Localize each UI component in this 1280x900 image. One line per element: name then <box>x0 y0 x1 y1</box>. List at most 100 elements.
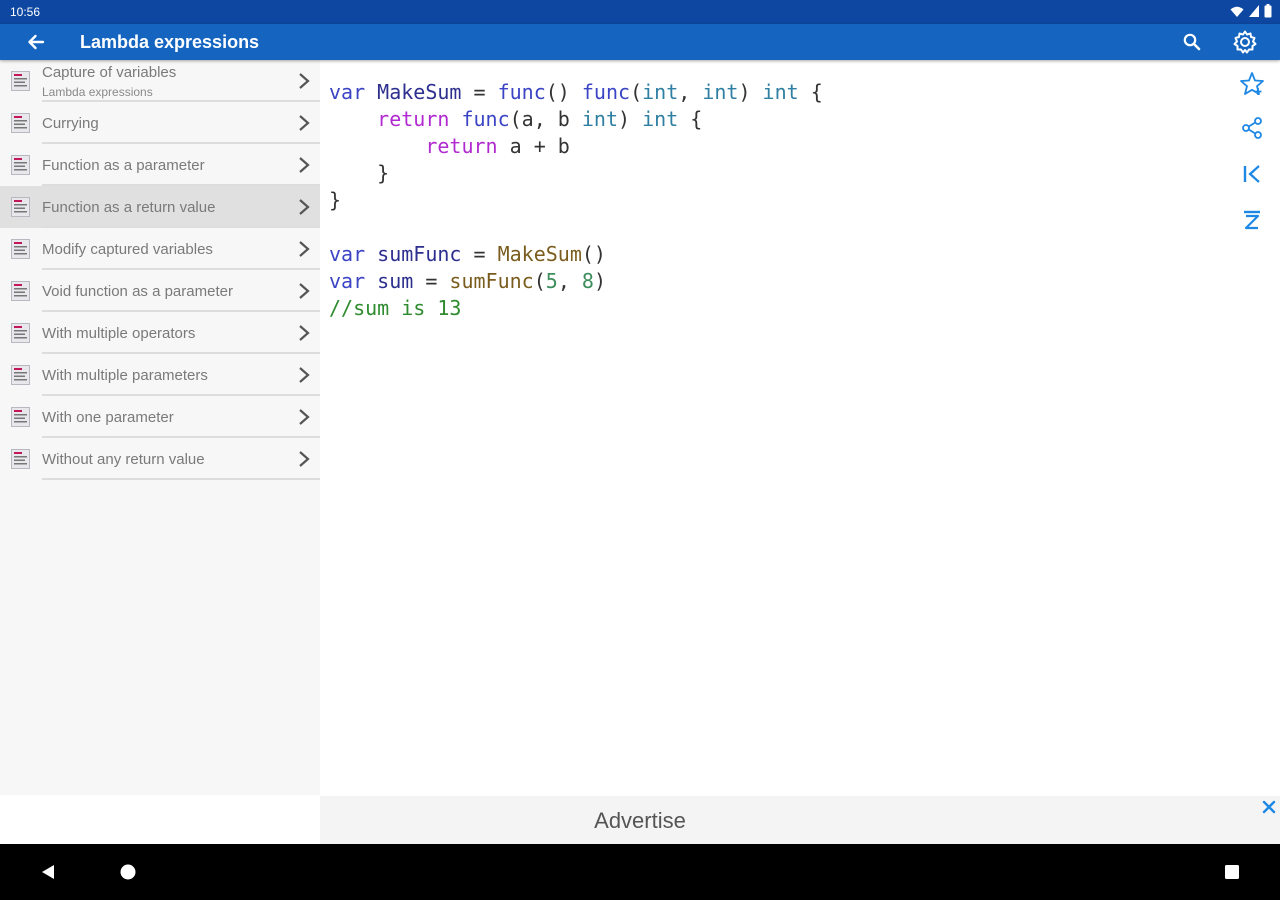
code-token: return <box>377 107 450 131</box>
code-token: () <box>545 80 582 104</box>
code-token: ) <box>738 80 763 104</box>
list-item-label: With multiple operators <box>42 325 196 342</box>
first-page-icon <box>1243 165 1260 183</box>
code-line: return func(a, b int) int { <box>329 106 823 133</box>
code-token: int <box>642 107 679 131</box>
topic-list: Capture of variables Lambda expressions … <box>0 60 320 795</box>
home-circle-icon <box>120 864 136 880</box>
code-token: sumFunc <box>377 242 462 266</box>
app-bar: Lambda expressions <box>0 24 1280 60</box>
search-button[interactable] <box>1178 28 1206 56</box>
code-token: ( <box>630 80 643 104</box>
share-button[interactable] <box>1238 114 1266 142</box>
code-token: () <box>581 242 606 266</box>
star-icon <box>1240 72 1264 95</box>
code-line: } <box>329 187 823 214</box>
code-token: = <box>461 242 498 266</box>
nav-home-button[interactable] <box>114 858 142 886</box>
code-token: 5 <box>545 269 558 293</box>
wifi-icon <box>1230 6 1244 17</box>
code-line: //sum is 13 <box>329 295 823 322</box>
ad-text: Advertise <box>594 808 686 833</box>
code-token: return <box>425 134 498 158</box>
back-button[interactable] <box>22 28 50 56</box>
chevron-right-icon <box>299 283 310 299</box>
list-item-with-one-parameter[interactable]: With one parameter <box>0 396 320 438</box>
code-token: sum <box>377 269 414 293</box>
code-token: func <box>581 80 631 104</box>
code-token: } <box>329 161 390 185</box>
triangle-back-icon <box>42 865 54 879</box>
favorite-button[interactable] <box>1238 70 1266 98</box>
list-item-function-as-a-parameter[interactable]: Function as a parameter <box>0 144 320 186</box>
ad-banner[interactable]: Advertise <box>320 796 1280 844</box>
chevron-right-icon <box>299 367 310 383</box>
code-token: var <box>329 242 366 266</box>
chevron-right-icon <box>299 73 310 89</box>
battery-icon <box>1264 4 1272 18</box>
code-token: ) <box>618 107 643 131</box>
chevron-right-icon <box>299 451 310 467</box>
document-icon <box>11 155 30 175</box>
list-item-without-any-return-value[interactable]: Without any return value <box>0 438 320 480</box>
code-line: var sum = sumFunc(5, 8) <box>329 268 823 295</box>
ad-close-button[interactable] <box>1260 798 1278 816</box>
divider <box>42 478 320 480</box>
search-icon <box>1183 33 1201 51</box>
list-item-label: Currying <box>42 115 99 132</box>
code-token: = <box>413 269 450 293</box>
close-icon <box>1262 800 1276 814</box>
code-token: 8 <box>581 269 594 293</box>
list-item-label: Function as a return value <box>42 199 216 216</box>
list-item-void-function-as-a-parameter[interactable]: Void function as a parameter <box>0 270 320 312</box>
code-token: sumFunc <box>449 269 534 293</box>
list-item-function-as-a-return-value[interactable]: Function as a return value <box>0 186 320 228</box>
status-bar: 10:56 <box>0 0 1280 24</box>
list-item-label: With multiple parameters <box>42 367 208 384</box>
settings-button[interactable] <box>1230 27 1260 57</box>
list-item-label: Void function as a parameter <box>42 283 233 300</box>
first-page-button[interactable] <box>1238 160 1266 188</box>
list-item-capture-of-variables[interactable]: Capture of variables Lambda expressions <box>0 60 320 102</box>
code-token: ( <box>533 269 546 293</box>
system-indicators <box>1230 4 1272 18</box>
code-token: = <box>461 80 498 104</box>
chevron-right-icon <box>299 241 310 257</box>
code-token: { <box>678 107 703 131</box>
last-page-button[interactable] <box>1238 206 1266 234</box>
code-token: { <box>798 80 823 104</box>
code-token: , <box>557 269 582 293</box>
document-icon <box>11 113 30 133</box>
list-item-currying[interactable]: Currying <box>0 102 320 144</box>
code-line: } <box>329 160 823 187</box>
document-icon <box>11 197 30 217</box>
list-item-with-multiple-operators[interactable]: With multiple operators <box>0 312 320 354</box>
code-line: var sumFunc = MakeSum() <box>329 241 823 268</box>
code-token: var <box>329 269 366 293</box>
list-item-modify-captured-variables[interactable]: Modify captured variables <box>0 228 320 270</box>
gear-icon <box>1233 30 1257 54</box>
signal-icon <box>1249 5 1259 17</box>
page-title: Lambda expressions <box>80 32 260 52</box>
document-icon <box>11 449 30 469</box>
list-item-with-multiple-parameters[interactable]: With multiple parameters <box>0 354 320 396</box>
code-token: int <box>762 80 799 104</box>
document-icon <box>11 365 30 385</box>
list-item-label: Function as a parameter <box>42 157 205 174</box>
chevron-right-icon <box>299 325 310 341</box>
nav-back-button[interactable] <box>34 858 62 886</box>
list-item-label: Modify captured variables <box>42 241 213 258</box>
nav-recents-button[interactable] <box>1218 858 1246 886</box>
code-token: int <box>642 80 679 104</box>
code-token: MakeSum <box>497 242 582 266</box>
document-icon <box>11 239 30 259</box>
share-icon <box>1242 117 1262 139</box>
chevron-right-icon <box>299 409 310 425</box>
